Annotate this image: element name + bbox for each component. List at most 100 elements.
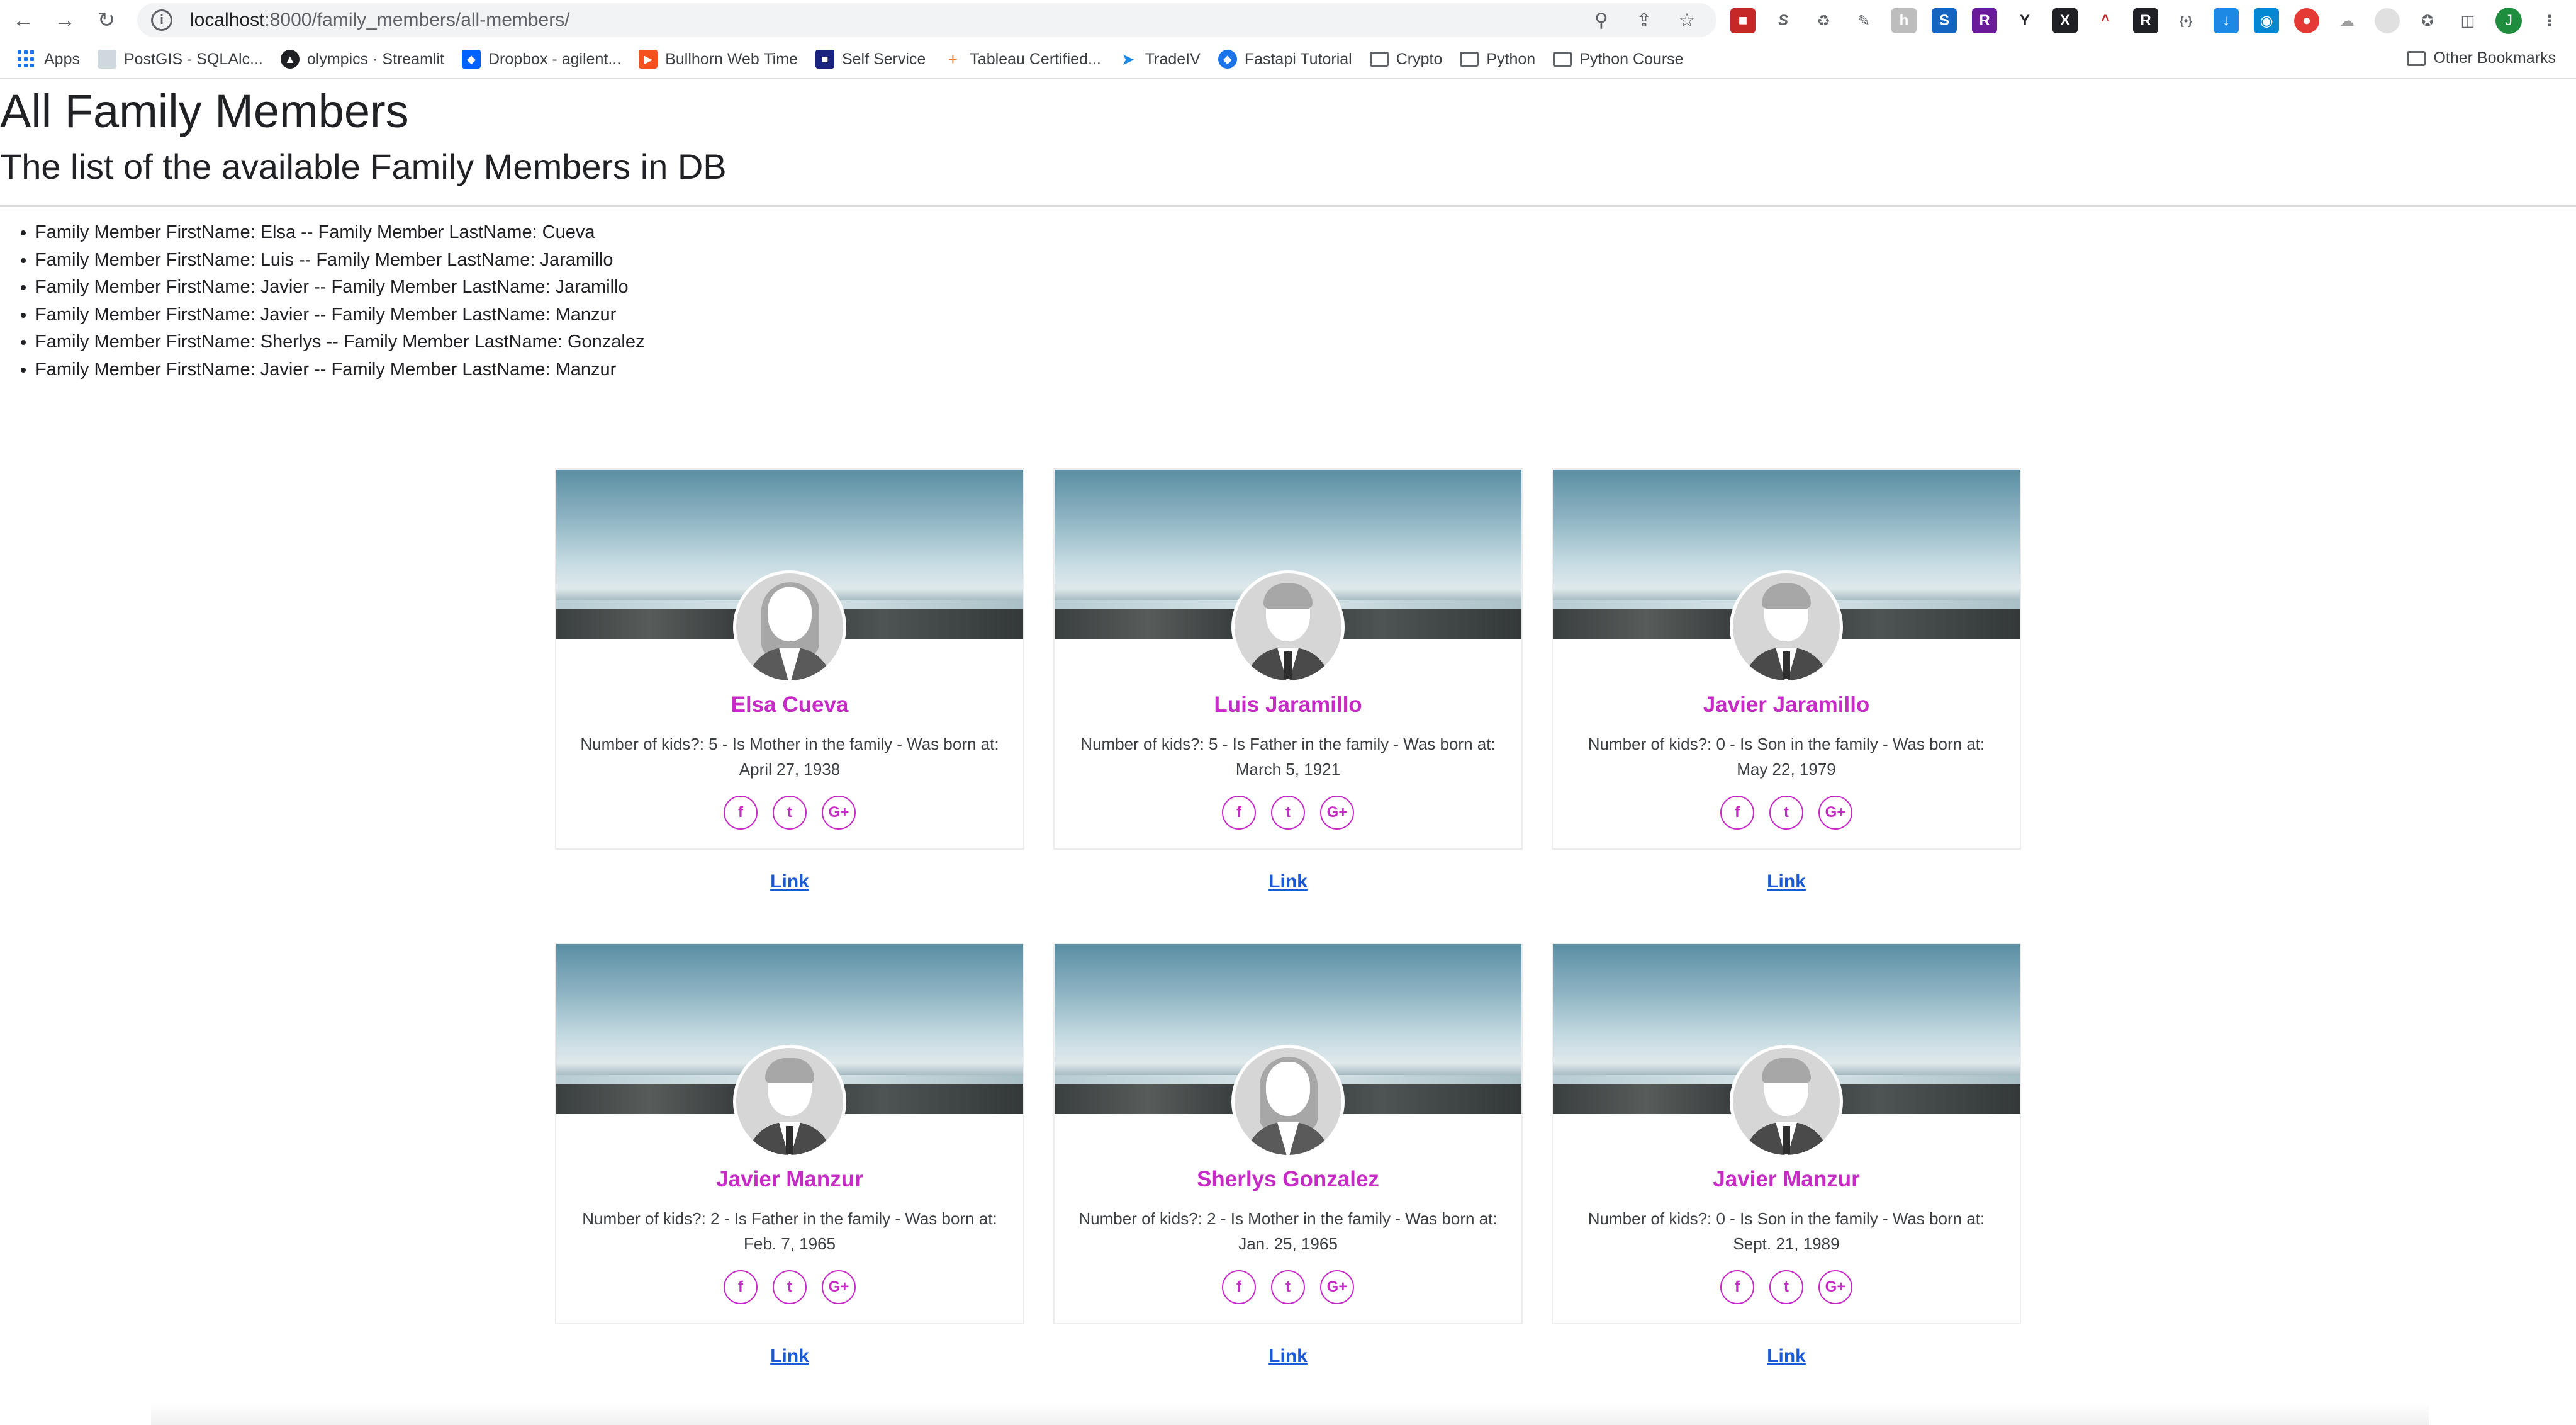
google-plus-icon[interactable]: G+ — [1320, 1270, 1354, 1304]
fastapi-icon: ◆ — [1218, 50, 1237, 69]
social-links: f t G+ — [1055, 1270, 1521, 1304]
site-info-icon[interactable]: i — [151, 9, 172, 31]
list-item: Family Member FirstName: Javier -- Famil… — [35, 301, 644, 329]
bookmark-self-service[interactable]: ■ Self Service — [815, 50, 926, 69]
forward-arrow-icon[interactable]: → — [47, 2, 83, 38]
twitter-icon[interactable]: t — [1769, 796, 1803, 830]
male-avatar-icon — [1231, 570, 1345, 684]
extension-y-icon[interactable]: Y — [2012, 8, 2037, 33]
self-service-icon: ■ — [815, 50, 834, 69]
twitter-icon[interactable]: t — [1769, 1270, 1803, 1304]
share-icon[interactable]: ⇪ — [1632, 8, 1656, 32]
bookmark-label: Dropbox - agilent... — [488, 50, 622, 68]
member-card: Javier Jaramillo Number of kids?: 0 - Is … — [1552, 468, 2021, 850]
facebook-icon[interactable]: f — [1720, 1270, 1754, 1304]
extension-purple-icon[interactable]: R — [1972, 8, 1997, 33]
facebook-icon[interactable]: f — [724, 1270, 758, 1304]
extensions-row: ■ S ♻ ✎ h S R Y X ^ R {•} ↓ ◉ ● ☁ ✪ ◫ J … — [1730, 8, 2562, 34]
card-link[interactable]: Link — [1552, 871, 2021, 893]
bookmark-dropbox[interactable]: ◆ Dropbox - agilent... — [461, 50, 622, 69]
facebook-icon[interactable]: f — [724, 796, 758, 830]
address-bar[interactable]: i localhost:8000/family_members/all-memb… — [137, 3, 1716, 37]
bookmark-bullhorn[interactable]: ▶ Bullhorn Web Time — [639, 50, 798, 69]
url-path: :8000/family_members/all-members/ — [264, 9, 570, 30]
bookmark-folder-python[interactable]: Python — [1460, 50, 1535, 69]
extension-download-icon[interactable]: ↓ — [2214, 8, 2239, 33]
extensions-puzzle-icon[interactable]: ✪ — [2415, 8, 2440, 33]
tradeiv-icon: ➤ — [1121, 49, 1135, 69]
extension-circle-icon[interactable]: ◉ — [2254, 8, 2279, 33]
twitter-icon[interactable]: t — [1271, 796, 1305, 830]
facebook-icon[interactable]: f — [1720, 796, 1754, 830]
extension-cloud-icon[interactable]: ☁ — [2334, 8, 2360, 33]
google-plus-icon[interactable]: G+ — [822, 1270, 856, 1304]
card-name: Javier Jaramillo — [1703, 692, 1870, 717]
streamlit-icon: ▲ — [280, 50, 300, 69]
folder-icon — [1553, 52, 1572, 67]
member-card: Luis Jaramillo Number of kids?: 5 - Is Fa… — [1053, 468, 1523, 850]
extension-r-icon[interactable]: R — [2133, 8, 2158, 33]
side-panel-icon[interactable]: ◫ — [2455, 8, 2480, 33]
social-links: f t G+ — [556, 1270, 1023, 1304]
back-arrow-icon[interactable]: ← — [5, 2, 42, 38]
extension-caret-icon[interactable]: ^ — [2093, 8, 2118, 33]
card-link[interactable]: Link — [1552, 1346, 2021, 1367]
bookmark-apps[interactable]: Apps — [18, 50, 80, 69]
list-item: Family Member FirstName: Luis -- Family … — [35, 247, 644, 274]
reload-icon[interactable]: ↻ — [88, 2, 125, 38]
female-avatar-icon — [733, 570, 846, 684]
google-plus-icon[interactable]: G+ — [1818, 1270, 1852, 1304]
page-subtitle: The list of the available Family Members… — [0, 147, 727, 186]
zoom-search-icon[interactable]: ⚲ — [1589, 8, 1613, 32]
twitter-icon[interactable]: t — [1271, 1270, 1305, 1304]
google-plus-icon[interactable]: G+ — [822, 796, 856, 830]
bookmark-label: Fastapi Tutorial — [1244, 50, 1352, 68]
extension-red-icon[interactable]: ■ — [1730, 8, 1756, 33]
card-description: Number of kids?: 2 - Is Mother in the fa… — [1078, 1209, 1498, 1253]
bookmark-streamlit[interactable]: ▲ olympics · Streamlit — [280, 50, 444, 69]
bookmark-star-icon[interactable]: ☆ — [1675, 8, 1699, 32]
window-shadow — [151, 1402, 2429, 1425]
bookmark-tradeiv[interactable]: ➤ TradeIV — [1119, 50, 1201, 69]
url-text[interactable]: localhost:8000/family_members/all-member… — [190, 9, 570, 31]
card-link[interactable]: Link — [1053, 871, 1523, 893]
bookmark-postgis[interactable]: PostGIS - SQLAlc... — [97, 50, 263, 69]
bookmark-folder-python-course[interactable]: Python Course — [1553, 50, 1684, 69]
card-link[interactable]: Link — [555, 1346, 1024, 1367]
extension-grey-icon[interactable]: h — [1891, 8, 1917, 33]
extension-recycle-icon[interactable]: ♻ — [1811, 8, 1836, 33]
extension-red-circle-icon[interactable]: ● — [2294, 8, 2319, 33]
extension-light-circle-icon[interactable] — [2375, 8, 2400, 33]
male-avatar-icon — [1730, 1045, 1843, 1158]
card-link[interactable]: Link — [555, 871, 1024, 893]
browser-menu-icon[interactable]: ⋮ — [2537, 8, 2562, 33]
extension-blue-s-icon[interactable]: S — [1932, 8, 1957, 33]
card-name: Sherlys Gonzalez — [1197, 1167, 1379, 1191]
male-avatar-icon — [1730, 570, 1843, 684]
twitter-icon[interactable]: t — [773, 796, 807, 830]
google-plus-icon[interactable]: G+ — [1320, 796, 1354, 830]
extension-braces-icon[interactable]: {•} — [2173, 8, 2198, 33]
bookmark-label: Tableau Certified... — [970, 50, 1101, 68]
twitter-icon[interactable]: t — [773, 1270, 807, 1304]
card-link[interactable]: Link — [1053, 1346, 1523, 1367]
member-card: Elsa Cueva Number of kids?: 5 - Is Mother… — [555, 468, 1024, 850]
bookmark-tableau[interactable]: + Tableau Certified... — [943, 50, 1101, 69]
bookmark-fastapi[interactable]: ◆ Fastapi Tutorial — [1218, 50, 1352, 69]
extension-x-icon[interactable]: X — [2052, 8, 2078, 33]
extension-pen-icon[interactable]: ✎ — [1851, 8, 1876, 33]
social-links: f t G+ — [1553, 796, 2020, 830]
extension-s-icon[interactable]: S — [1771, 8, 1796, 33]
card-name: Javier Manzur — [1713, 1167, 1860, 1191]
bookmark-label: TradeIV — [1145, 50, 1201, 68]
other-bookmarks-label: Other Bookmarks — [2433, 49, 2556, 67]
other-bookmarks[interactable]: Other Bookmarks — [2407, 49, 2556, 67]
facebook-icon[interactable]: f — [1222, 796, 1256, 830]
profile-avatar[interactable]: J — [2495, 8, 2522, 34]
bookmark-folder-crypto[interactable]: Crypto — [1369, 50, 1442, 69]
list-item: Family Member FirstName: Sherlys -- Fami… — [35, 329, 644, 356]
card-description: Number of kids?: 5 - Is Mother in the fa… — [580, 735, 999, 779]
google-plus-icon[interactable]: G+ — [1818, 796, 1852, 830]
bullhorn-icon: ▶ — [639, 50, 658, 69]
facebook-icon[interactable]: f — [1222, 1270, 1256, 1304]
